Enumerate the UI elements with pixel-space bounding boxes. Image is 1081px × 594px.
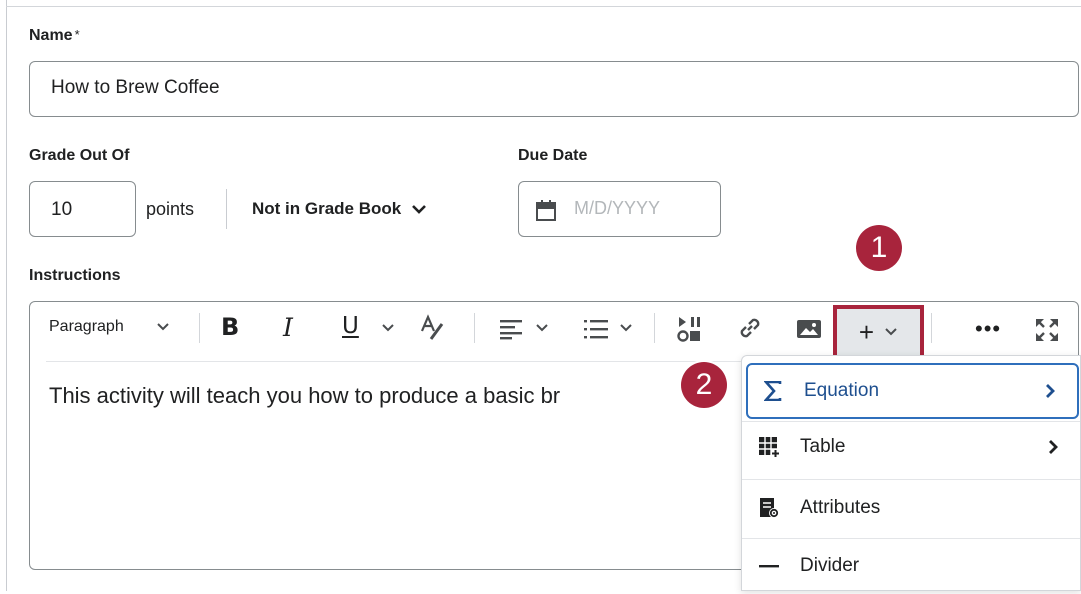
menu-item-label: Divider (800, 555, 860, 576)
text-color-icon[interactable] (418, 314, 446, 342)
insert-stuff-button[interactable]: + (838, 310, 919, 354)
left-frame-line (6, 0, 7, 591)
grade-unit: points (146, 199, 195, 219)
attributes-icon (757, 497, 781, 519)
italic-button[interactable]: I (283, 313, 293, 342)
paragraph-label: Paragraph (49, 318, 124, 335)
instructions-label: Instructions (29, 267, 121, 284)
toolbar-separator (931, 313, 932, 343)
chevron-down-icon (885, 328, 897, 336)
menu-item-label: Attributes (800, 497, 881, 518)
insert-image-icon[interactable] (796, 318, 822, 340)
grade-label: Grade Out Of (29, 147, 130, 164)
gradebook-label: Not in Grade Book (252, 199, 402, 218)
toolbar-separator (474, 313, 475, 343)
chevron-down-icon[interactable] (535, 323, 549, 333)
name-label-text: Name (29, 27, 73, 44)
due-date-label: Due Date (518, 147, 588, 164)
table-icon (757, 436, 781, 458)
toolbar-separator (199, 313, 200, 343)
fullscreen-icon[interactable] (1034, 317, 1060, 343)
chevron-down-icon[interactable] (381, 323, 395, 333)
plus-icon: + (858, 316, 875, 347)
paragraph-format-dropdown[interactable]: Paragraph (49, 318, 170, 336)
chevron-down-icon[interactable] (619, 323, 633, 333)
insert-media-icon[interactable] (676, 315, 702, 343)
menu-item-attributes[interactable]: Attributes (742, 480, 1080, 536)
bullet-list-icon[interactable] (583, 317, 609, 341)
sigma-icon (761, 381, 785, 401)
gradebook-dropdown[interactable]: Not in Grade Book (252, 199, 427, 219)
calendar-icon (536, 200, 556, 221)
menu-item-table[interactable]: Table (742, 419, 1080, 475)
name-label: Name * (29, 27, 80, 45)
link-icon[interactable] (737, 315, 763, 341)
top-frame-line (6, 6, 1081, 7)
required-mark: * (74, 27, 80, 42)
menu-item-divider[interactable]: Divider (742, 538, 1080, 594)
align-left-icon[interactable] (499, 318, 523, 340)
callout-badge-1: 1 (856, 225, 902, 271)
grade-input[interactable]: 10 (29, 181, 136, 237)
more-actions-button[interactable]: ••• (975, 316, 1001, 342)
callout-badge-2: 2 (681, 362, 727, 408)
due-date-placeholder: M/D/YYYY (574, 198, 661, 218)
chevron-right-icon (1045, 383, 1055, 399)
toolbar-separator (654, 313, 655, 343)
divider-icon (757, 563, 781, 569)
menu-item-label: Equation (804, 380, 880, 401)
grade-input-value: 10 (51, 199, 73, 220)
name-input[interactable]: How to Brew Coffee (29, 61, 1079, 117)
insert-dropdown-menu: Equation Table Attributes Divider (741, 355, 1081, 591)
due-date-input[interactable]: M/D/YYYY (518, 181, 721, 237)
bold-button[interactable]: B (221, 313, 239, 341)
underline-button[interactable]: U (342, 313, 359, 339)
editor-content: This activity will teach you how to prod… (49, 383, 561, 408)
name-input-value: How to Brew Coffee (51, 77, 220, 98)
grade-separator (226, 189, 227, 229)
chevron-right-icon (1048, 439, 1058, 455)
chevron-down-icon (157, 323, 169, 331)
menu-item-label: Table (800, 436, 846, 457)
menu-item-equation[interactable]: Equation (746, 363, 1079, 419)
chevron-down-icon (412, 205, 427, 214)
